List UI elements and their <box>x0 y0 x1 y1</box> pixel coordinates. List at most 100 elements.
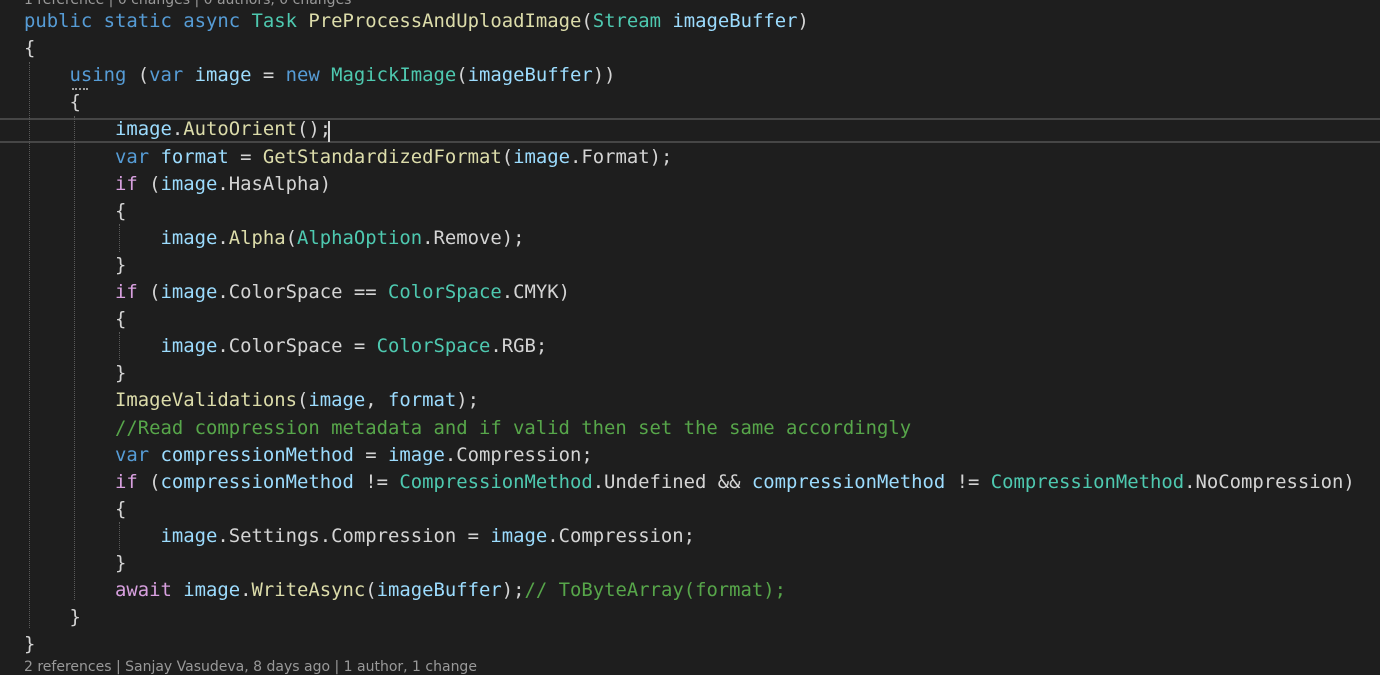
code-token: .Compression; <box>547 524 696 547</box>
code-token: image <box>160 281 218 303</box>
code-token: compressionMethod <box>751 470 946 493</box>
code-token: using <box>69 64 127 87</box>
code-token: ) <box>797 10 809 32</box>
code-token: image <box>183 579 241 602</box>
codelens-top[interactable]: 1 reference | 0 changes | 0 authors, 0 c… <box>24 0 351 8</box>
code-line[interactable]: { <box>24 306 126 333</box>
code-line[interactable]: { <box>24 198 126 225</box>
code-line[interactable]: image.Alpha(AlphaOption.Remove); <box>24 225 524 252</box>
code-token: PreProcessAndUploadImage <box>308 10 582 32</box>
code-token: Alpha <box>228 226 286 249</box>
code-line[interactable]: } <box>24 631 35 658</box>
code-token: .Settings.Compression = <box>217 524 491 547</box>
code-editor[interactable]: 1 reference | 0 changes | 0 authors, 0 c… <box>0 0 1380 675</box>
code-line[interactable]: using (var image = new MagickImage(image… <box>24 62 616 89</box>
code-line[interactable]: image.ColorSpace = ColorSpace.RGB; <box>24 333 547 360</box>
suggestion-dots[interactable] <box>72 88 88 94</box>
code-token: new <box>285 64 320 87</box>
code-token: ( <box>296 389 309 412</box>
code-token: } <box>24 253 127 276</box>
code-line[interactable]: } <box>24 604 80 631</box>
code-token: } <box>24 552 127 574</box>
code-line[interactable]: await image.WriteAsync(imageBuffer);// T… <box>24 577 786 604</box>
code-line[interactable]: public static async Task PreProcessAndUp… <box>24 8 809 35</box>
code-line[interactable]: { <box>24 35 35 62</box>
code-line[interactable]: if (compressionMethod != CompressionMeth… <box>24 469 1355 496</box>
code-line[interactable]: } <box>24 360 126 387</box>
code-token: .HasAlpha) <box>217 172 332 195</box>
code-token: public <box>24 10 93 32</box>
code-token: { <box>24 308 127 331</box>
code-token: ( <box>365 579 377 602</box>
code-token: { <box>24 199 127 222</box>
code-line[interactable]: //Read compression metadata and if valid… <box>24 415 911 442</box>
code-token: ( <box>456 64 468 87</box>
code-token: var <box>115 443 150 466</box>
code-token: { <box>24 497 127 520</box>
code-token: static <box>103 10 172 32</box>
code-token: ( <box>137 172 161 195</box>
code-token: image <box>308 389 366 412</box>
code-token: } <box>24 362 127 385</box>
code-token: imageBuffer <box>672 10 798 32</box>
code-token: ); <box>501 579 525 602</box>
code-token: = <box>228 145 263 168</box>
code-token: AlphaOption <box>296 226 423 249</box>
code-token: (); <box>296 118 332 141</box>
code-token: ( <box>285 226 297 249</box>
code-line[interactable]: var compressionMethod = image.Compressio… <box>24 442 593 469</box>
codelens-bottom[interactable]: 2 references | Sanjay Vasudeva, 8 days a… <box>24 659 477 675</box>
code-line[interactable]: if (image.ColorSpace == ColorSpace.CMYK) <box>24 279 570 306</box>
code-token: //Read compression metadata and if valid… <box>115 416 912 439</box>
code-line[interactable]: } <box>24 550 126 577</box>
code-token: ColorSpace <box>376 335 491 358</box>
code-line[interactable]: image.AutoOrient(); <box>24 116 331 143</box>
code-line[interactable]: ImageValidations(image, format); <box>24 387 479 414</box>
code-token: image <box>160 226 218 249</box>
code-token: CompressionMethod <box>990 470 1185 493</box>
code-token: ); <box>456 389 479 412</box>
code-token: Stream <box>592 10 661 32</box>
code-token: compressionMethod <box>160 470 354 493</box>
code-token: = <box>251 64 286 87</box>
code-token: { <box>24 37 36 60</box>
code-line[interactable]: { <box>24 496 126 523</box>
code-token: .Remove); <box>422 226 525 249</box>
code-line[interactable]: image.Settings.Compression = image.Compr… <box>24 523 695 550</box>
code-line[interactable]: var format = GetStandardizedFormat(image… <box>24 144 672 171</box>
code-token: async <box>183 10 241 32</box>
code-token: .Format); <box>569 145 673 168</box>
code-token: image <box>513 145 570 168</box>
code-line[interactable]: } <box>24 252 126 279</box>
code-token: .Undefined && <box>592 470 752 493</box>
code-token: .ColorSpace == <box>217 281 388 303</box>
code-token: if <box>115 470 138 493</box>
code-token: image <box>490 524 548 547</box>
code-token: ColorSpace <box>387 281 502 303</box>
code-token: GetStandardizedFormat <box>262 145 502 168</box>
code-token: != <box>945 470 991 493</box>
code-token: image <box>160 524 218 547</box>
code-token: var <box>149 64 184 87</box>
code-token: imageBuffer <box>467 64 593 87</box>
code-token: format <box>160 145 229 168</box>
code-token: . <box>171 118 184 141</box>
code-token: image <box>387 443 445 466</box>
code-line[interactable]: if (image.HasAlpha) <box>24 171 331 198</box>
